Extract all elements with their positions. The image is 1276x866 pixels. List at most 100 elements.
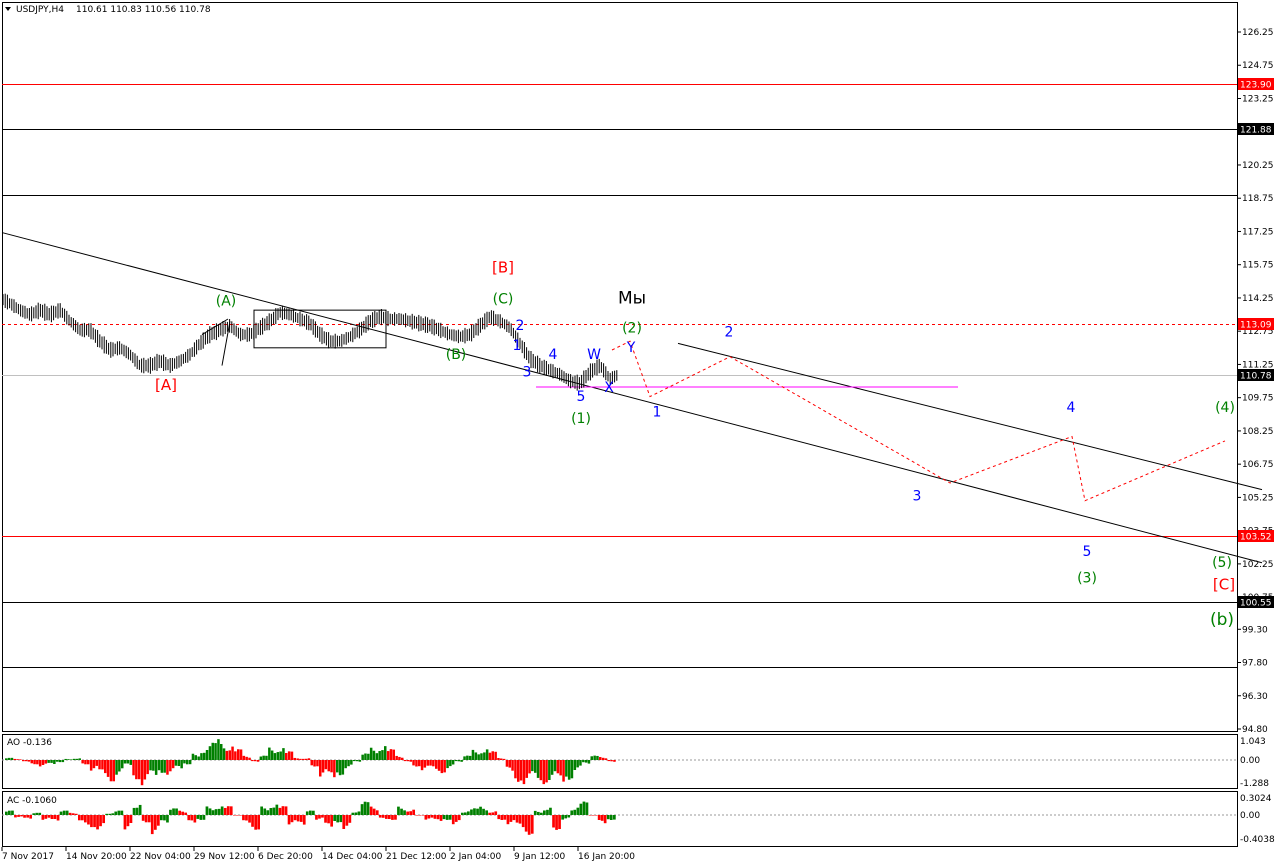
ac-bar (366, 802, 370, 815)
ac-bar (454, 815, 458, 822)
ac-bar (354, 812, 358, 815)
ac-bar (8, 810, 11, 815)
ao-bar (412, 760, 415, 766)
ac-bar (378, 815, 382, 818)
ao-bar (129, 760, 132, 765)
ac-bar (302, 815, 306, 825)
ao-bar (534, 760, 537, 773)
ac-bar (506, 815, 510, 825)
ao-bar (426, 760, 429, 766)
ao-bar (58, 760, 62, 763)
ac-bar (363, 801, 367, 816)
ao-bar (559, 760, 562, 776)
ac-bar (181, 811, 184, 815)
ac-bar (20, 815, 23, 817)
ao-bar (361, 754, 364, 760)
ao-bar (211, 742, 214, 761)
ao-bar (285, 752, 288, 760)
ao-bar (98, 760, 101, 770)
ac-bar (406, 811, 409, 815)
ac-bar (476, 808, 479, 815)
ac-bar (14, 815, 17, 818)
ac-bar (552, 815, 555, 828)
ac-bar (591, 815, 595, 816)
ac-bar (93, 815, 96, 828)
ao-bar (22, 760, 25, 762)
ao-bar (593, 755, 596, 761)
ac-bar (336, 815, 339, 823)
ao-bar (296, 758, 299, 761)
ac-bar (196, 815, 200, 819)
ac-bar (509, 815, 513, 822)
ac-label: AC -0.1060 (7, 796, 57, 806)
ac-bar (613, 815, 616, 820)
ao-bar (330, 760, 333, 773)
ac-bar (157, 815, 160, 826)
ao-bar (587, 760, 591, 764)
y-tick-label-21: 94.80 (1242, 725, 1268, 735)
ac-bar (287, 815, 291, 825)
ao-bar (239, 749, 243, 760)
y-tick-label-13: 106.75 (1242, 460, 1274, 470)
ac-bar (415, 815, 419, 816)
ac-bar (226, 806, 230, 816)
ao-bar (72, 758, 76, 761)
ac-bar (114, 811, 118, 816)
ac-bar (242, 815, 245, 821)
ac-bar (99, 815, 102, 827)
ao-bar (194, 755, 197, 760)
ac-bar (26, 815, 29, 818)
ao-bar (386, 751, 390, 760)
ac-bar (609, 815, 613, 820)
y-tick-label-12: 108.25 (1242, 427, 1274, 437)
ac-bar (594, 815, 598, 816)
y-tick-label-20: 96.30 (1242, 692, 1268, 702)
ao-bar (463, 756, 466, 760)
ao-bar (146, 760, 149, 775)
ao-tick-top: 1.043 (1240, 737, 1266, 747)
ao-bar (536, 760, 540, 778)
ao-bar (299, 758, 302, 760)
ac-bar (564, 815, 567, 819)
ac-bar (488, 812, 491, 816)
ao-bar (485, 749, 489, 760)
ac-bar (439, 815, 443, 821)
ao-bar (234, 751, 237, 761)
wave-label-21: 5 (1083, 544, 1092, 560)
ac-bar (494, 811, 498, 815)
wave-label-14: 5 (577, 389, 586, 405)
ao-bar (519, 760, 523, 781)
ao-bar (347, 760, 350, 767)
ac-bar (409, 811, 412, 816)
ac-bar (524, 815, 528, 832)
ao-bar (333, 760, 336, 778)
ao-bar (205, 749, 209, 760)
ao-bar (604, 758, 608, 761)
ac-bar (512, 815, 516, 821)
ac-bar (154, 815, 157, 830)
ac-bar (606, 815, 610, 820)
ao-bar (562, 760, 565, 782)
y-tick-label-14: 105.25 (1242, 493, 1274, 503)
ac-bar (56, 815, 60, 821)
x-tick-label-6: 21 Dec 12:00 (386, 852, 447, 862)
ao-bar (163, 760, 166, 773)
ao-bar (401, 757, 404, 761)
ao-bar (61, 760, 65, 763)
ac-bar (588, 815, 592, 816)
ac-bar (169, 809, 172, 815)
ao-bar (372, 750, 376, 761)
ac-bar (293, 815, 297, 821)
ao-bar (222, 748, 226, 760)
wave-label-6: (2) (622, 320, 642, 336)
ac-bar (126, 815, 130, 827)
ac-bar (260, 806, 263, 816)
ac-bar (65, 810, 69, 816)
ao-bar (480, 753, 483, 761)
ao-bar (7, 757, 11, 760)
ac-bar (202, 815, 206, 820)
ac-bar (117, 810, 121, 816)
y-tick-label-4: 120.25 (1242, 161, 1274, 171)
ao-bar (242, 755, 246, 761)
ac-bar (35, 812, 39, 816)
